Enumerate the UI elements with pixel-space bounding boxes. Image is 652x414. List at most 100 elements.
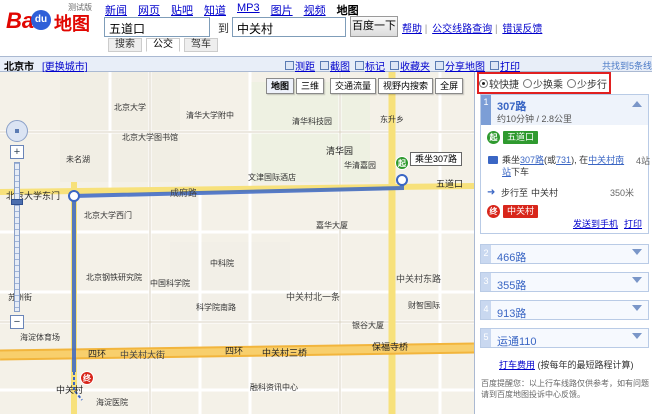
search-button[interactable]: 百度一下	[350, 16, 398, 37]
route-index: 2	[481, 245, 491, 263]
route-detail-1: 1 307路 约10分钟 / 2.8公里 起 五道口 乘坐307路(或731),…	[480, 94, 650, 234]
zoom-slider-track[interactable]	[11, 162, 23, 312]
map-label-zhongguancun-st: 中关村大街	[120, 351, 166, 361]
beta-label: 测试版	[68, 3, 92, 12]
from-input[interactable]: 五道口	[104, 17, 210, 37]
zoom-in-button[interactable]: +	[10, 145, 24, 159]
bus-icon	[488, 156, 498, 164]
map-label-caizheng: 财智国际	[408, 301, 440, 310]
zoom-out-button[interactable]: −	[10, 315, 24, 329]
nav-mp3[interactable]: MP3	[237, 2, 260, 18]
map-label-haidian-hospital: 海淀医院	[96, 398, 128, 407]
logo-ditu-text: 地图	[54, 14, 90, 35]
option-less-walking[interactable]: 少步行	[567, 76, 607, 91]
option-fastest[interactable]: 较快捷	[479, 76, 519, 91]
pan-control[interactable]	[6, 120, 28, 142]
map-label-weiming: 未名湖	[66, 155, 90, 164]
nav-web[interactable]: 网页	[138, 2, 160, 18]
tab-bus[interactable]: 公交	[146, 38, 180, 52]
expand-arrow-icon[interactable]	[632, 333, 642, 339]
step-ride: 乘坐307路(或731), 在中关村南站下车 4站	[487, 154, 650, 178]
tip-line-1: 百度提醒您：以上行车线路仅供参考，如有问题	[481, 379, 649, 388]
route-actions: 发送到手机 打印	[573, 217, 642, 230]
map-label-zhongguancun: 中关村	[56, 386, 84, 396]
route-item-3[interactable]: 3 355路	[480, 272, 649, 292]
map-toolbar: 北京市 [更换城市] 测距 截图 标记 收藏夹 分享地图 打印 共找到5条线	[0, 56, 652, 73]
tool-print[interactable]: 打印	[490, 58, 520, 73]
bus-stop-icon[interactable]	[68, 190, 80, 202]
map-view-button[interactable]: 地图	[266, 78, 295, 94]
map-label-sihuan-2: 四环	[225, 347, 244, 357]
ride-text: 乘坐307路(或731), 在中关村南站下车	[502, 155, 625, 177]
tool-measure[interactable]: 测距	[285, 58, 315, 73]
collapse-arrow-icon[interactable]	[632, 101, 642, 107]
send-to-phone-link[interactable]: 发送到手机	[573, 217, 618, 230]
taxi-row: 打车费用 (按每年的最短路程计算)	[499, 358, 634, 371]
route-item-4[interactable]: 4 913路	[480, 300, 649, 320]
tool-screenshot[interactable]: 截图	[320, 58, 350, 73]
3d-view-button[interactable]: 三维	[296, 78, 325, 94]
route-name: 913路	[497, 308, 527, 320]
map-label-huaqing: 华清嘉园	[344, 161, 376, 170]
tool-favorites[interactable]: 收藏夹	[390, 58, 430, 73]
ride-line-link[interactable]: 307路	[520, 155, 544, 165]
nav-news[interactable]: 新闻	[105, 2, 127, 18]
option-fewer-transfers[interactable]: 少换乘	[523, 76, 563, 91]
tool-share[interactable]: 分享地图	[435, 58, 485, 73]
start-pin-icon[interactable]: 起	[395, 156, 409, 170]
zoom-control: + −	[6, 120, 28, 332]
ride-alt-link[interactable]: 731	[556, 155, 571, 165]
map-label-zhongguancun-north: 中关村北一条	[286, 293, 341, 303]
nav-zhidao[interactable]: 知道	[204, 2, 226, 18]
route-header-1[interactable]: 1 307路 约10分钟 / 2.8公里	[481, 95, 648, 125]
end-pin-icon[interactable]: 终	[80, 371, 94, 385]
bus-query-link[interactable]: 公交线路查询	[432, 24, 492, 35]
map-label-tsinghua-attached: 清华大学附中	[186, 111, 234, 120]
fullscreen-button[interactable]: 全屏	[435, 78, 464, 94]
report-error-link[interactable]: 错误反馈	[502, 24, 542, 35]
baidu-logo[interactable]: Bai du 地图 测试版	[6, 3, 98, 36]
route-item-5[interactable]: 5 运通110	[480, 328, 649, 348]
route-preference-options: 较快捷 少换乘 少步行	[479, 74, 609, 92]
expand-arrow-icon[interactable]	[632, 305, 642, 311]
route-index: 5	[481, 329, 491, 347]
map-canvas[interactable]: 清华园 成府路 五道口 北京大学东门 中关村东路 中关村北一条 中关村三桥 四环…	[0, 72, 474, 414]
to-input[interactable]: 中关村	[232, 17, 346, 37]
nav-tieba[interactable]: 贴吧	[171, 2, 193, 18]
help-link[interactable]: 帮助	[402, 24, 422, 35]
route-index: 4	[481, 301, 491, 319]
taxi-note: (按每年的最短路程计算)	[537, 360, 634, 370]
route-index: 3	[481, 273, 491, 291]
map-label-chengfu: 成府路	[170, 189, 198, 199]
map-label-dongsheng: 东升乡	[380, 115, 404, 124]
step-walk: ➜ 步行至 中关村 350米	[487, 186, 635, 198]
nav-video[interactable]: 视频	[304, 2, 326, 18]
map-tools: 测距 截图 标记 收藏夹 分享地图 打印	[285, 58, 520, 73]
expand-arrow-icon[interactable]	[632, 277, 642, 283]
nav-images[interactable]: 图片	[271, 2, 293, 18]
route-item-2[interactable]: 2 466路	[480, 244, 649, 264]
tool-mark[interactable]: 标记	[355, 58, 385, 73]
bus-stop-icon[interactable]	[396, 174, 408, 186]
radio-icon[interactable]	[479, 78, 488, 88]
map-label-qinghuayuan: 清华园	[326, 147, 354, 157]
start-stop-tag[interactable]: 五道口	[503, 131, 539, 144]
traffic-button[interactable]: 交通流量	[330, 78, 377, 94]
header-links: 帮助 | 公交线路查询 | 错误反馈	[402, 20, 542, 35]
change-city-link[interactable]: [更换城市]	[42, 58, 88, 73]
expand-arrow-icon[interactable]	[632, 249, 642, 255]
route-name: 运通110	[497, 336, 537, 348]
end-icon: 终	[487, 205, 500, 218]
map-label-ronghe: 融科资讯中心	[250, 383, 298, 392]
zoom-slider-handle[interactable]	[11, 199, 23, 205]
radio-icon[interactable]	[567, 78, 576, 88]
tab-drive[interactable]: 驾车	[184, 38, 218, 52]
map-label-baofu: 保福寺桥	[372, 343, 409, 353]
route-index: 1	[481, 95, 491, 125]
taxi-fare-link[interactable]: 打车费用	[499, 360, 535, 370]
end-stop-tag[interactable]: 中关村	[503, 205, 539, 218]
tab-search[interactable]: 搜索	[108, 38, 142, 52]
search-in-view-button[interactable]: 视野内搜索	[378, 78, 434, 94]
radio-icon[interactable]	[523, 78, 532, 88]
print-link[interactable]: 打印	[624, 217, 642, 230]
